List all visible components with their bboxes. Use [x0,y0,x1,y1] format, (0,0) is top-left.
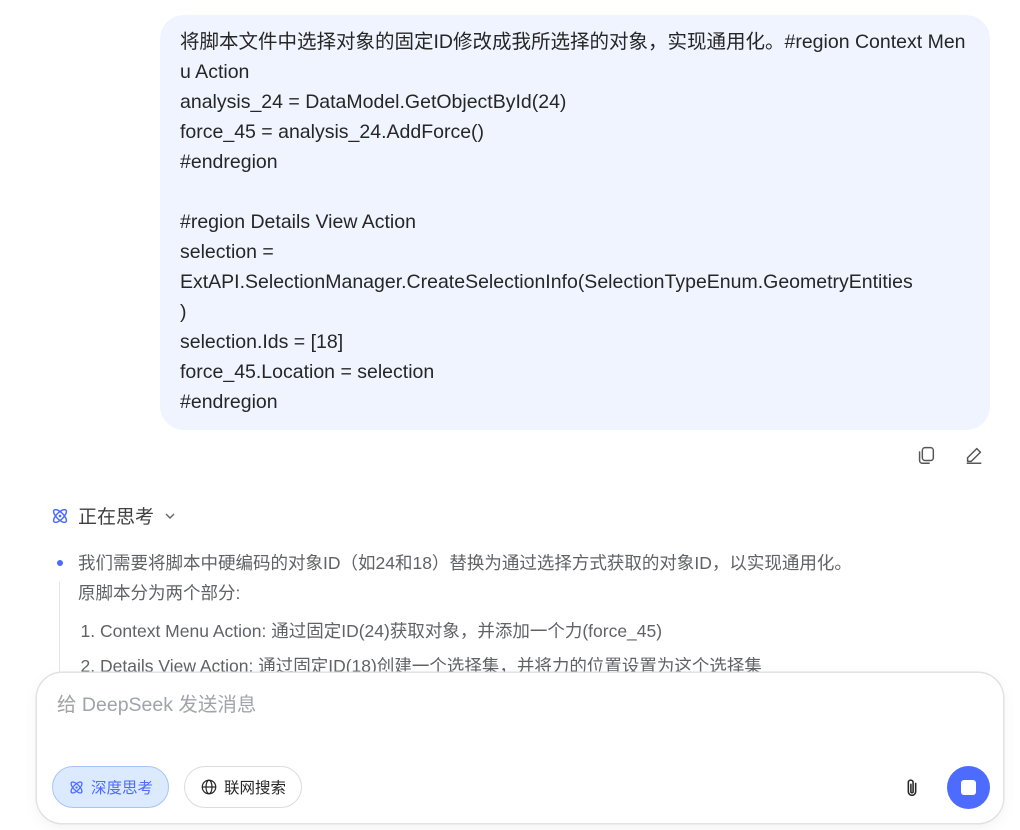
thinking-step-1: Context Menu Action: 通过固定ID(24)获取对象，并添加一… [100,614,948,649]
thinking-divider-line [59,582,60,672]
web-search-button[interactable]: 联网搜索 [184,766,303,808]
deep-think-label: 深度思考 [91,780,154,797]
stop-generation-button[interactable] [947,766,990,809]
thinking-paragraph-1: 我们需要将脚本中硬编码的对象ID（如24和18）替换为通过选择方式获取的对象ID… [78,553,852,573]
thinking-toggle[interactable]: 正在思考 [50,502,178,529]
atom-icon [68,779,85,796]
thinking-content: 我们需要将脚本中硬编码的对象ID（如24和18）替换为通过选择方式获取的对象ID… [50,548,950,672]
edit-icon[interactable] [962,443,986,467]
thinking-bullet-dot [57,560,63,566]
chat-page: 将脚本文件中选择对象的固定ID修改成我所选择的对象，实现通用化。#region … [0,0,1020,830]
chevron-down-icon [162,508,178,524]
message-composer: 深度思考 联网搜索 [36,672,1004,824]
message-actions [914,443,986,467]
thinking-status-label: 正在思考 [78,507,155,528]
web-search-label: 联网搜索 [224,780,287,797]
message-input[interactable] [57,691,957,731]
deep-think-button[interactable]: 深度思考 [52,766,170,808]
stop-icon [961,780,976,795]
thinking-steps-list: Context Menu Action: 通过固定ID(24)获取对象，并添加一… [78,614,948,672]
atom-icon [50,506,70,526]
thinking-paragraph-2: 原脚本分为两个部分: [78,583,241,603]
globe-icon [200,778,218,796]
paperclip-icon[interactable] [899,775,925,801]
thinking-step-2: Details View Action: 通过固定ID(18)创建一个选择集，并… [100,649,948,672]
copy-icon[interactable] [914,443,938,467]
user-message-bubble: 将脚本文件中选择对象的固定ID修改成我所选择的对象，实现通用化。#region … [160,15,990,430]
